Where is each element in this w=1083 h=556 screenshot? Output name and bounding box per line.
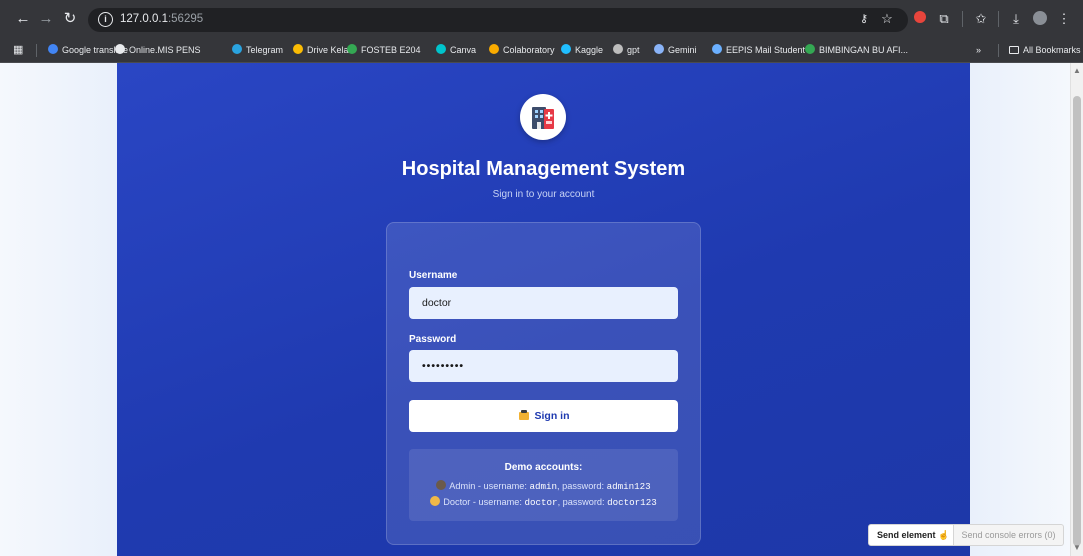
bookmark-item[interactable]: BIMBINGAN BU AFI... <box>805 43 908 57</box>
reload-icon[interactable]: ↻ <box>61 10 79 28</box>
sign-in-icon <box>518 402 530 434</box>
extensions-puzzle-icon[interactable]: ⧉ <box>936 11 952 27</box>
bookmark-item[interactable]: gpt <box>613 43 640 57</box>
bookmark-label: BIMBINGAN BU AFI... <box>819 45 909 55</box>
bookmark-favicon-icon <box>489 44 499 54</box>
bookmark-favicon-icon <box>561 44 571 54</box>
bookmark-label: EEPIS Mail Student <box>726 45 806 55</box>
bookmarks-bar: ▦ Google translate Online.MIS PENS Telegra… <box>0 37 1083 63</box>
bookmark-favicon-icon <box>293 44 303 54</box>
profile-avatar-icon[interactable] <box>1032 11 1048 27</box>
admin-username: admin <box>529 481 558 492</box>
send-console-errors-button[interactable]: Send console errors (0) <box>954 524 1064 546</box>
admin-avatar-icon <box>436 480 447 490</box>
reading-list-icon[interactable]: ✩ <box>973 11 989 27</box>
url-port: :56295 <box>167 13 204 25</box>
admin-prefix: Admin - username: <box>449 481 530 491</box>
bookmark-item[interactable]: Telegram <box>232 43 283 57</box>
all-bookmarks-button[interactable]: All Bookmarks <box>1009 43 1081 57</box>
bookmark-item[interactable]: Online.MIS PENS <box>115 43 201 57</box>
bookmark-item[interactable]: EEPIS Mail Student <box>712 43 805 57</box>
download-icon[interactable]: ⤓ <box>1008 11 1024 27</box>
username-label: Username <box>409 270 458 281</box>
toolbar-separator <box>962 11 963 27</box>
admin-password: admin123 <box>606 481 651 492</box>
bookmark-label: Canva <box>450 45 477 55</box>
bookmark-favicon-icon <box>613 44 623 54</box>
bookmark-favicon-icon <box>654 44 664 54</box>
send-element-label: Send element <box>877 530 936 540</box>
bookmark-item[interactable]: Canva <box>436 43 476 57</box>
apps-grid-icon[interactable]: ▦ <box>13 43 23 57</box>
username-input[interactable]: doctor <box>409 287 678 319</box>
bookmark-item[interactable]: Gemini <box>654 43 697 57</box>
demo-admin-line: Admin - username: admin, password: admin… <box>409 480 678 492</box>
toolbar-separator <box>998 11 999 27</box>
doctor-prefix: Doctor - username: <box>443 497 525 507</box>
bookmark-favicon-icon <box>805 44 815 54</box>
admin-mid: , password: <box>557 481 607 491</box>
back-icon[interactable]: ← <box>14 10 32 28</box>
bookmark-label: Colaboratory <box>503 45 555 55</box>
all-bookmarks-label: All Bookmarks <box>1023 45 1081 55</box>
bookmark-favicon-icon <box>115 44 125 54</box>
site-info-icon[interactable]: i <box>98 12 113 27</box>
password-label: Password <box>409 334 457 345</box>
page-subtitle: Sign in to your account <box>492 189 595 200</box>
doctor-username: doctor <box>524 497 558 508</box>
pointer-icon: ☝ <box>938 530 950 540</box>
doctor-password: doctor123 <box>607 497 657 508</box>
bookmark-item[interactable]: Kaggle <box>561 43 603 57</box>
menu-kebab-icon[interactable]: ⋮ <box>1056 11 1072 27</box>
address-bar[interactable] <box>88 8 908 32</box>
hospital-building-icon <box>532 107 554 129</box>
bookmark-favicon-icon <box>712 44 722 54</box>
scrollbar-thumb[interactable] <box>1073 96 1081 546</box>
sign-in-label: Sign in <box>534 410 570 422</box>
bookmark-favicon-icon <box>48 44 58 54</box>
bookmark-label: Kaggle <box>575 45 604 55</box>
bookmark-item[interactable]: Drive Kelas <box>293 43 353 57</box>
hospital-logo <box>520 94 566 140</box>
forward-icon[interactable]: → <box>37 10 55 28</box>
demo-doctor-line: Doctor - username: doctor, password: doc… <box>409 496 678 508</box>
bookmark-label: gpt <box>627 45 640 55</box>
bookmark-favicon-icon <box>347 44 357 54</box>
doctor-mid: , password: <box>557 497 608 507</box>
page-title: Hospital Management System <box>401 158 686 180</box>
bookmark-item[interactable]: FOSTEB E204 <box>347 43 421 57</box>
bookmark-item[interactable]: Colaboratory <box>489 43 555 57</box>
bookmark-label: Telegram <box>246 45 284 55</box>
browser-toolbar: ← → ↻ i 127.0.0.1:56295 ⚷ ☆ ⧉ ✩ ⤓ ⋮ <box>0 0 1083 37</box>
bookmarks-separator <box>998 44 999 57</box>
bookmark-favicon-icon <box>232 44 242 54</box>
folder-icon <box>1009 46 1019 54</box>
page-background-right <box>970 63 1070 556</box>
bookmark-star-icon[interactable]: ☆ <box>879 11 895 27</box>
password-input[interactable]: ••••••••• <box>409 350 678 382</box>
doctor-avatar-icon <box>430 496 441 506</box>
bookmark-label: FOSTEB E204 <box>361 45 421 55</box>
bookmarks-overflow-button[interactable]: » <box>976 43 981 57</box>
send-element-button[interactable]: Send element ☝ <box>868 524 954 546</box>
url-text[interactable]: 127.0.0.1:56295 <box>120 13 203 25</box>
password-key-icon[interactable]: ⚷ <box>856 11 872 27</box>
extension-red-icon[interactable] <box>912 11 928 27</box>
scroll-up-arrow[interactable]: ▲ <box>1072 66 1082 76</box>
bookmark-label: Online.MIS PENS <box>129 45 201 55</box>
sign-in-button[interactable]: Sign in <box>409 400 678 432</box>
scroll-down-arrow[interactable]: ▼ <box>1072 543 1082 553</box>
bookmark-label: Gemini <box>668 45 697 55</box>
bookmarks-separator <box>36 44 37 57</box>
bookmark-favicon-icon <box>436 44 446 54</box>
url-host: 127.0.0.1 <box>120 13 168 25</box>
demo-accounts-title: Demo accounts: <box>504 462 583 473</box>
page-background-left <box>0 63 117 556</box>
